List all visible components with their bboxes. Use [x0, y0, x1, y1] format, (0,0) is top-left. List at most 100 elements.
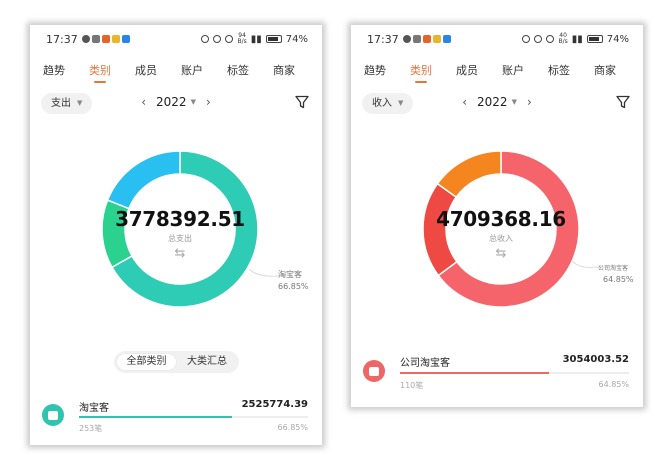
category-row[interactable]: 公司淘宝客 3054003.52 110笔 64.85% — [351, 349, 643, 399]
category-tabs: 趋势 类别 成员 账户 标签 商家 — [351, 55, 643, 87]
bluetooth-icon — [213, 35, 222, 43]
view-toggle: 全部类别 大类汇总 — [114, 351, 239, 373]
filter-bar: 支出 ▼ ‹ 2022 ▼ › — [30, 89, 322, 117]
share-bar-fill — [400, 372, 549, 374]
chat-icon — [403, 35, 411, 43]
type-selector-label: 支出 — [51, 98, 71, 109]
tab-merchant[interactable]: 商家 — [594, 62, 616, 78]
notification-icons — [403, 35, 451, 43]
battery-percent: 74% — [606, 33, 629, 45]
battery-icon — [265, 35, 282, 43]
share-bar — [400, 372, 629, 374]
category-tabs: 趋势 类别 成员 账户 标签 商家 — [30, 55, 322, 87]
swap-icon[interactable]: ⇆ — [486, 246, 516, 261]
prev-year-button[interactable]: ‹ — [141, 95, 146, 109]
total-label: 总支出 — [168, 234, 192, 243]
type-selector[interactable]: 支出 ▼ — [41, 93, 93, 114]
income-screen: 17:37 40 B/s ▮▮ 74% 趋势 类别 成员 账户 标签 商家 收入 ▼ — [351, 25, 643, 407]
tab-active-indicator — [415, 81, 427, 83]
net-speed: 94 B/s — [237, 32, 247, 45]
total-label: 总收入 — [489, 234, 513, 243]
app-badge-icon — [102, 35, 110, 43]
year-selector: ‹ 2022 ▼ › — [462, 95, 532, 109]
category-amount: 3054003.52 — [562, 354, 629, 365]
caret-down-icon[interactable]: ▼ — [191, 98, 196, 106]
transaction-count: 253笔 — [79, 424, 103, 433]
signal-icon: ▮▮ — [250, 33, 262, 45]
expense-screen: 17:37 94 B/s ▮▮ 74% 趋势 类别 成员 账户 标签 商家 支出 ▼ — [30, 25, 322, 445]
type-selector-label: 收入 — [372, 98, 392, 109]
chat-icon — [82, 35, 90, 43]
year-selector: ‹ 2022 ▼ › — [141, 95, 211, 109]
tab-trend[interactable]: 趋势 — [364, 62, 386, 78]
total-amount: 4709368.16 — [436, 207, 566, 231]
paw-icon — [92, 35, 100, 43]
year-label[interactable]: 2022 — [477, 95, 508, 109]
caret-down-icon[interactable]: ▼ — [512, 98, 517, 106]
donut-segment-3[interactable] — [106, 150, 181, 210]
callout-percent: 64.85% — [603, 275, 634, 284]
filter-icon[interactable] — [294, 94, 310, 110]
swap-icon[interactable]: ⇆ — [165, 246, 195, 261]
callout-label: 淘宝客 — [278, 270, 302, 279]
notification-icons — [82, 35, 130, 43]
tab-tag[interactable]: 标签 — [548, 62, 570, 78]
paw-icon — [413, 35, 421, 43]
status-time: 17:37 — [46, 33, 78, 46]
net-speed: 40 B/s — [558, 32, 568, 45]
tab-category[interactable]: 类别 — [89, 62, 111, 78]
status-indicators: 40 B/s ▮▮ 74% — [522, 33, 629, 45]
donut-segment-3[interactable] — [436, 150, 502, 199]
next-year-button[interactable]: › — [527, 95, 532, 109]
tab-active-indicator — [94, 81, 106, 83]
tab-member[interactable]: 成员 — [456, 62, 478, 78]
app-badge-icon — [423, 35, 431, 43]
year-label[interactable]: 2022 — [156, 95, 187, 109]
tab-account[interactable]: 账户 — [502, 62, 524, 78]
bluetooth-icon — [534, 35, 543, 43]
tab-member[interactable]: 成员 — [135, 62, 157, 78]
share-bar — [79, 416, 308, 418]
category-row[interactable]: 淘宝客 2525774.39 253笔 66.85% — [30, 393, 322, 443]
category-icon — [363, 360, 385, 382]
transaction-count: 110笔 — [400, 381, 424, 390]
all-categories-option[interactable]: 全部类别 — [117, 354, 176, 370]
category-name: 淘宝客 — [79, 403, 109, 414]
app-badge-icon — [122, 35, 130, 43]
tab-trend[interactable]: 趋势 — [43, 62, 65, 78]
category-percent: 64.85% — [598, 380, 629, 389]
share-bar-fill — [79, 416, 233, 418]
filter-icon[interactable] — [615, 94, 631, 110]
category-amount: 2525774.39 — [241, 399, 308, 410]
filter-bar: 收入 ▼ ‹ 2022 ▼ › — [351, 89, 643, 117]
category-name: 公司淘宝客 — [400, 358, 450, 369]
tab-merchant[interactable]: 商家 — [273, 62, 295, 78]
next-year-button[interactable]: › — [206, 95, 211, 109]
status-bar: 17:37 40 B/s ▮▮ 74% — [351, 25, 643, 55]
tab-category[interactable]: 类别 — [410, 62, 432, 78]
total-amount: 3778392.51 — [115, 207, 245, 231]
tab-account[interactable]: 账户 — [181, 62, 203, 78]
battery-percent: 74% — [285, 33, 308, 45]
caret-down-icon: ▼ — [77, 99, 83, 107]
mute-icon — [225, 35, 234, 43]
status-indicators: 94 B/s ▮▮ 74% — [201, 33, 308, 45]
callout-label: 公司淘宝客 — [598, 265, 629, 272]
alarm-icon — [201, 35, 210, 43]
app-badge-icon — [443, 35, 451, 43]
mute-icon — [546, 35, 555, 43]
battery-icon — [586, 35, 603, 43]
type-selector[interactable]: 收入 ▼ — [362, 93, 414, 114]
app-badge-icon — [433, 35, 441, 43]
status-bar: 17:37 94 B/s ▮▮ 74% — [30, 25, 322, 55]
tab-tag[interactable]: 标签 — [227, 62, 249, 78]
caret-down-icon: ▼ — [398, 99, 404, 107]
app-badge-icon — [112, 35, 120, 43]
major-category-option[interactable]: 大类汇总 — [178, 354, 236, 370]
signal-icon: ▮▮ — [571, 33, 583, 45]
category-percent: 66.85% — [277, 423, 308, 432]
alarm-icon — [522, 35, 531, 43]
prev-year-button[interactable]: ‹ — [462, 95, 467, 109]
callout-percent: 66.85% — [278, 282, 309, 291]
status-time: 17:37 — [367, 33, 399, 46]
